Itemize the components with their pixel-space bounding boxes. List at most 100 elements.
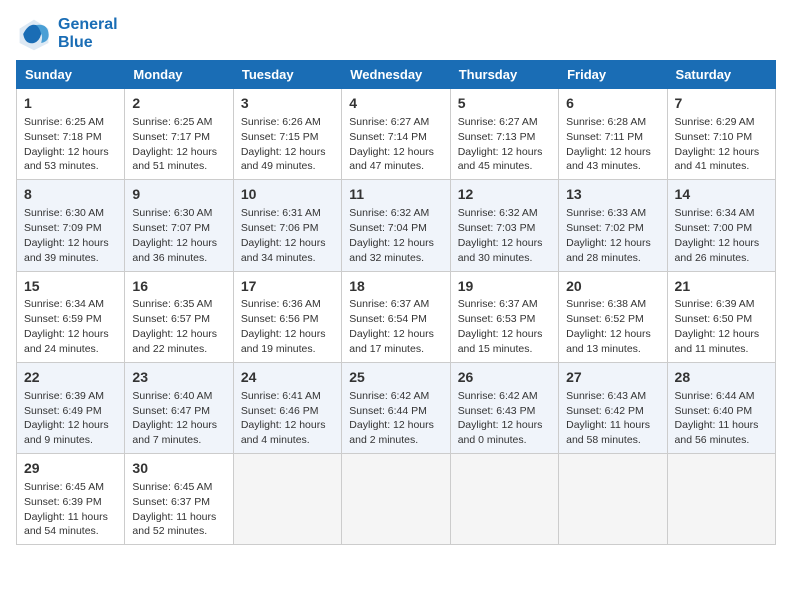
table-row: 7 Sunrise: 6:29 AMSunset: 7:10 PMDayligh… [667, 89, 775, 180]
day-info-text: Sunrise: 6:44 AMSunset: 6:40 PMDaylight:… [675, 390, 759, 447]
calendar-week-row: 29 Sunrise: 6:45 AMSunset: 6:39 PMDaylig… [17, 454, 776, 545]
day-info-text: Sunrise: 6:40 AMSunset: 6:47 PMDaylight:… [132, 390, 217, 447]
table-row: 26 Sunrise: 6:42 AMSunset: 6:43 PMDaylig… [450, 362, 558, 453]
header-friday: Friday [559, 61, 667, 89]
day-number: 2 [132, 94, 225, 113]
table-row: 3 Sunrise: 6:26 AMSunset: 7:15 PMDayligh… [233, 89, 341, 180]
table-row: 2 Sunrise: 6:25 AMSunset: 7:17 PMDayligh… [125, 89, 233, 180]
day-number: 27 [566, 368, 659, 387]
day-info-text: Sunrise: 6:34 AMSunset: 7:00 PMDaylight:… [675, 207, 760, 264]
table-row: 15 Sunrise: 6:34 AMSunset: 6:59 PMDaylig… [17, 271, 125, 362]
day-number: 4 [349, 94, 442, 113]
table-row: 22 Sunrise: 6:39 AMSunset: 6:49 PMDaylig… [17, 362, 125, 453]
table-row: 27 Sunrise: 6:43 AMSunset: 6:42 PMDaylig… [559, 362, 667, 453]
day-number: 18 [349, 277, 442, 296]
page-header: General Blue [16, 16, 776, 52]
day-number: 10 [241, 185, 334, 204]
day-number: 20 [566, 277, 659, 296]
table-row [342, 454, 450, 545]
day-number: 9 [132, 185, 225, 204]
day-info-text: Sunrise: 6:29 AMSunset: 7:10 PMDaylight:… [675, 116, 760, 173]
table-row: 24 Sunrise: 6:41 AMSunset: 6:46 PMDaylig… [233, 362, 341, 453]
day-info-text: Sunrise: 6:32 AMSunset: 7:04 PMDaylight:… [349, 207, 434, 264]
day-number: 29 [24, 459, 117, 478]
day-number: 22 [24, 368, 117, 387]
day-info-text: Sunrise: 6:30 AMSunset: 7:09 PMDaylight:… [24, 207, 109, 264]
table-row: 28 Sunrise: 6:44 AMSunset: 6:40 PMDaylig… [667, 362, 775, 453]
day-number: 3 [241, 94, 334, 113]
table-row: 1 Sunrise: 6:25 AMSunset: 7:18 PMDayligh… [17, 89, 125, 180]
calendar-week-row: 22 Sunrise: 6:39 AMSunset: 6:49 PMDaylig… [17, 362, 776, 453]
table-row: 8 Sunrise: 6:30 AMSunset: 7:09 PMDayligh… [17, 180, 125, 271]
calendar-week-row: 1 Sunrise: 6:25 AMSunset: 7:18 PMDayligh… [17, 89, 776, 180]
day-info-text: Sunrise: 6:36 AMSunset: 6:56 PMDaylight:… [241, 298, 326, 355]
day-info-text: Sunrise: 6:25 AMSunset: 7:17 PMDaylight:… [132, 116, 217, 173]
day-info-text: Sunrise: 6:27 AMSunset: 7:13 PMDaylight:… [458, 116, 543, 173]
day-number: 6 [566, 94, 659, 113]
day-number: 14 [675, 185, 768, 204]
day-number: 13 [566, 185, 659, 204]
table-row: 12 Sunrise: 6:32 AMSunset: 7:03 PMDaylig… [450, 180, 558, 271]
day-info-text: Sunrise: 6:25 AMSunset: 7:18 PMDaylight:… [24, 116, 109, 173]
header-monday: Monday [125, 61, 233, 89]
table-row: 10 Sunrise: 6:31 AMSunset: 7:06 PMDaylig… [233, 180, 341, 271]
table-row: 13 Sunrise: 6:33 AMSunset: 7:02 PMDaylig… [559, 180, 667, 271]
day-number: 1 [24, 94, 117, 113]
day-number: 24 [241, 368, 334, 387]
table-row: 25 Sunrise: 6:42 AMSunset: 6:44 PMDaylig… [342, 362, 450, 453]
day-info-text: Sunrise: 6:30 AMSunset: 7:07 PMDaylight:… [132, 207, 217, 264]
day-info-text: Sunrise: 6:37 AMSunset: 6:53 PMDaylight:… [458, 298, 543, 355]
table-row [233, 454, 341, 545]
day-number: 26 [458, 368, 551, 387]
day-number: 30 [132, 459, 225, 478]
logo: General Blue [16, 16, 118, 52]
day-number: 8 [24, 185, 117, 204]
day-info-text: Sunrise: 6:42 AMSunset: 6:44 PMDaylight:… [349, 390, 434, 447]
table-row: 16 Sunrise: 6:35 AMSunset: 6:57 PMDaylig… [125, 271, 233, 362]
table-row: 21 Sunrise: 6:39 AMSunset: 6:50 PMDaylig… [667, 271, 775, 362]
calendar-week-row: 15 Sunrise: 6:34 AMSunset: 6:59 PMDaylig… [17, 271, 776, 362]
table-row: 17 Sunrise: 6:36 AMSunset: 6:56 PMDaylig… [233, 271, 341, 362]
day-info-text: Sunrise: 6:31 AMSunset: 7:06 PMDaylight:… [241, 207, 326, 264]
logo-icon [16, 16, 52, 52]
day-number: 19 [458, 277, 551, 296]
table-row: 30 Sunrise: 6:45 AMSunset: 6:37 PMDaylig… [125, 454, 233, 545]
day-number: 12 [458, 185, 551, 204]
day-number: 28 [675, 368, 768, 387]
header-tuesday: Tuesday [233, 61, 341, 89]
day-info-text: Sunrise: 6:39 AMSunset: 6:50 PMDaylight:… [675, 298, 760, 355]
day-info-text: Sunrise: 6:37 AMSunset: 6:54 PMDaylight:… [349, 298, 434, 355]
day-info-text: Sunrise: 6:45 AMSunset: 6:39 PMDaylight:… [24, 481, 108, 538]
day-number: 21 [675, 277, 768, 296]
day-info-text: Sunrise: 6:34 AMSunset: 6:59 PMDaylight:… [24, 298, 109, 355]
table-row: 14 Sunrise: 6:34 AMSunset: 7:00 PMDaylig… [667, 180, 775, 271]
table-row: 20 Sunrise: 6:38 AMSunset: 6:52 PMDaylig… [559, 271, 667, 362]
calendar-header-row: Sunday Monday Tuesday Wednesday Thursday… [17, 61, 776, 89]
header-saturday: Saturday [667, 61, 775, 89]
header-wednesday: Wednesday [342, 61, 450, 89]
table-row: 5 Sunrise: 6:27 AMSunset: 7:13 PMDayligh… [450, 89, 558, 180]
day-number: 16 [132, 277, 225, 296]
logo-text: General Blue [58, 16, 118, 52]
day-info-text: Sunrise: 6:33 AMSunset: 7:02 PMDaylight:… [566, 207, 651, 264]
day-info-text: Sunrise: 6:43 AMSunset: 6:42 PMDaylight:… [566, 390, 650, 447]
header-sunday: Sunday [17, 61, 125, 89]
day-info-text: Sunrise: 6:39 AMSunset: 6:49 PMDaylight:… [24, 390, 109, 447]
day-info-text: Sunrise: 6:35 AMSunset: 6:57 PMDaylight:… [132, 298, 217, 355]
table-row: 4 Sunrise: 6:27 AMSunset: 7:14 PMDayligh… [342, 89, 450, 180]
table-row: 29 Sunrise: 6:45 AMSunset: 6:39 PMDaylig… [17, 454, 125, 545]
table-row [667, 454, 775, 545]
table-row: 11 Sunrise: 6:32 AMSunset: 7:04 PMDaylig… [342, 180, 450, 271]
header-thursday: Thursday [450, 61, 558, 89]
day-info-text: Sunrise: 6:27 AMSunset: 7:14 PMDaylight:… [349, 116, 434, 173]
table-row: 6 Sunrise: 6:28 AMSunset: 7:11 PMDayligh… [559, 89, 667, 180]
day-number: 25 [349, 368, 442, 387]
day-number: 11 [349, 185, 442, 204]
table-row: 23 Sunrise: 6:40 AMSunset: 6:47 PMDaylig… [125, 362, 233, 453]
day-info-text: Sunrise: 6:28 AMSunset: 7:11 PMDaylight:… [566, 116, 651, 173]
calendar-table: Sunday Monday Tuesday Wednesday Thursday… [16, 60, 776, 545]
table-row: 18 Sunrise: 6:37 AMSunset: 6:54 PMDaylig… [342, 271, 450, 362]
day-info-text: Sunrise: 6:45 AMSunset: 6:37 PMDaylight:… [132, 481, 216, 538]
day-number: 23 [132, 368, 225, 387]
day-info-text: Sunrise: 6:38 AMSunset: 6:52 PMDaylight:… [566, 298, 651, 355]
